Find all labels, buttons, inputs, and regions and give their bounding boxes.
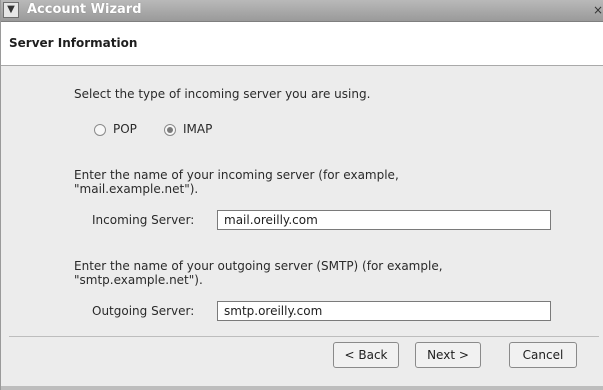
window-menu-button[interactable]: ▼ bbox=[3, 2, 19, 18]
outgoing-instruction-line2: "smtp.example.net"). bbox=[74, 273, 203, 287]
incoming-type-prompt: Select the type of incoming server you a… bbox=[74, 87, 371, 101]
radio-imap[interactable] bbox=[164, 124, 176, 136]
radio-pop[interactable] bbox=[94, 124, 106, 136]
footer-divider bbox=[9, 336, 599, 337]
back-button[interactable]: < Back bbox=[333, 342, 399, 368]
next-button[interactable]: Next > bbox=[415, 342, 481, 368]
wizard-content: Select the type of incoming server you a… bbox=[1, 66, 603, 336]
account-wizard-window: ▼ Account Wizard × Server Information Se… bbox=[0, 0, 603, 390]
cancel-button[interactable]: Cancel bbox=[509, 342, 577, 368]
window-bottom-border bbox=[1, 386, 603, 390]
close-icon: × bbox=[592, 3, 603, 17]
incoming-instruction-line2: "mail.example.net"). bbox=[74, 182, 199, 196]
title-bar: ▼ Account Wizard × bbox=[1, 0, 603, 22]
outgoing-instruction-line1: Enter the name of your outgoing server (… bbox=[74, 259, 443, 273]
incoming-instruction-line1: Enter the name of your incoming server (… bbox=[74, 168, 399, 182]
window-title: Account Wizard bbox=[27, 2, 142, 17]
outgoing-server-label: Outgoing Server: bbox=[92, 304, 195, 318]
window-close-button[interactable]: × bbox=[592, 2, 603, 18]
page-header: Server Information bbox=[1, 22, 603, 66]
radio-pop-label[interactable]: POP bbox=[113, 122, 137, 136]
outgoing-server-input[interactable] bbox=[217, 301, 551, 321]
incoming-server-label: Incoming Server: bbox=[92, 213, 195, 227]
chevron-down-icon: ▼ bbox=[7, 4, 15, 15]
incoming-server-input[interactable] bbox=[217, 210, 551, 230]
page-title: Server Information bbox=[9, 36, 138, 50]
radio-imap-label[interactable]: IMAP bbox=[183, 122, 212, 136]
